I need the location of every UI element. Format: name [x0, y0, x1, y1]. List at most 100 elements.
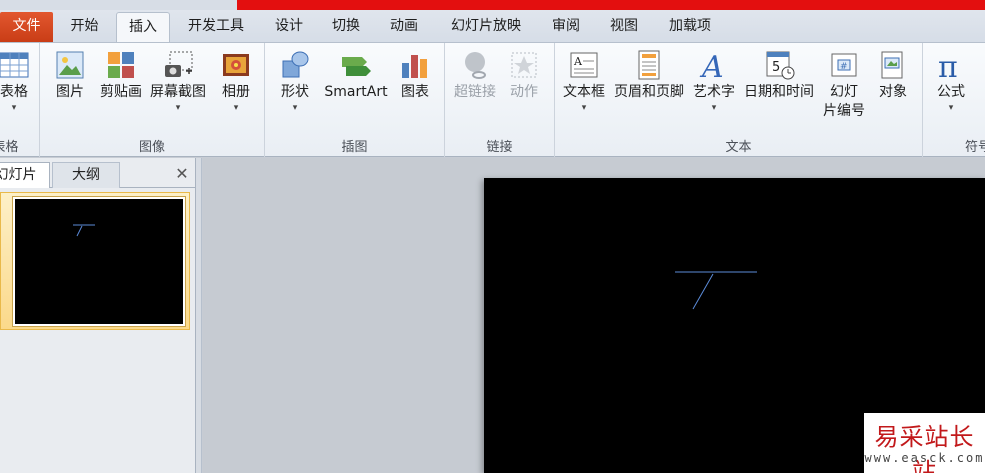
photo-album-icon [220, 49, 252, 81]
chart-button[interactable]: 图表 [395, 49, 435, 102]
equation-label: 公式 [937, 84, 965, 100]
panel-tab-bar: 幻灯片 大纲 ✕ [0, 162, 196, 188]
chevron-down-icon: ▾ [175, 103, 181, 113]
chart-label: 图表 [401, 84, 429, 100]
chevron-down-icon: ▾ [292, 103, 298, 113]
equation-button[interactable]: π 公式 ▾ [929, 49, 973, 114]
slide-thumbnail-selected[interactable] [0, 192, 190, 330]
svg-text:5: 5 [772, 60, 780, 75]
picture-icon [54, 49, 86, 81]
album-button[interactable]: 相册 ▾ [216, 49, 256, 114]
shapes-label: 形状 [281, 84, 309, 100]
screenshot-icon [162, 49, 194, 81]
screenshot-button[interactable]: 屏幕截图 ▾ [146, 49, 210, 114]
object-button[interactable]: 对象 [871, 49, 915, 102]
chevron-down-icon: ▾ [711, 103, 717, 113]
table-button[interactable]: 表格 ▾ [0, 49, 36, 114]
object-label: 对象 [879, 84, 907, 100]
tab-developer[interactable]: 开发工具 [176, 12, 256, 42]
shapes-button[interactable]: 形状 ▾ [273, 49, 317, 114]
slide-thumbnail[interactable] [12, 196, 186, 327]
site-watermark: 易采站长站 www.easck.com [864, 413, 985, 473]
clipart-button[interactable]: 剪贴画 [96, 49, 146, 102]
svg-text:A: A [699, 50, 724, 81]
tab-view[interactable]: 视图 [598, 12, 650, 42]
group-images: 图片 剪贴画 屏幕截图 ▾ 相册 ▾ 图像 [40, 43, 265, 157]
action-label: 动作 [510, 84, 538, 100]
tab-animations[interactable]: 动画 [378, 12, 430, 42]
tab-insert[interactable]: 插入 [116, 12, 170, 43]
smartart-button[interactable]: SmartArt [319, 49, 393, 102]
tab-slides[interactable]: 幻灯片 [0, 162, 50, 188]
wordart-label: 艺术字 [693, 84, 735, 100]
textbox-icon: A [568, 49, 600, 81]
wordart-icon: A [698, 49, 730, 85]
slide-number-label-line2: 片编号 [823, 103, 865, 119]
group-label-symbols: 符号 [965, 140, 985, 155]
chevron-down-icon: ▾ [233, 103, 239, 113]
chevron-down-icon: ▾ [11, 103, 17, 113]
chevron-down-icon: ▾ [948, 103, 954, 113]
hyperlink-label: 超链接 [454, 84, 496, 100]
tab-file[interactable]: 文件 [0, 12, 53, 42]
action-button[interactable]: 动作 [503, 49, 545, 102]
close-panel-icon[interactable]: ✕ [170, 162, 194, 188]
clipart-label: 剪贴画 [100, 84, 142, 100]
tab-slideshow[interactable]: 幻灯片放映 [436, 12, 536, 42]
slide-number-icon: # [828, 49, 860, 81]
group-illustrations: 形状 ▾ SmartArt 图表 插图 [265, 43, 445, 157]
title-bar [0, 0, 237, 10]
slide-number-button[interactable]: # 幻灯 片编号 [819, 49, 869, 121]
tab-outline[interactable]: 大纲 [52, 162, 120, 188]
slide-number-label-line1: 幻灯 [830, 84, 858, 100]
smartart-label: SmartArt [324, 84, 388, 100]
group-label-tables: 表格 [0, 140, 19, 155]
datetime-label: 日期和时间 [744, 84, 814, 100]
wordart-button[interactable]: A 艺术字 ▾ [689, 49, 739, 114]
tab-design[interactable]: 设计 [263, 12, 315, 42]
thumbnail-stroke [73, 224, 95, 237]
group-label-images: 图像 [138, 140, 165, 155]
table-label: 表格 [0, 84, 28, 100]
panel-splitter[interactable] [196, 158, 202, 473]
shapes-icon [279, 49, 311, 81]
table-icon [0, 49, 30, 81]
tab-transitions[interactable]: 切换 [320, 12, 372, 42]
header-footer-icon [633, 49, 665, 81]
header-footer-button[interactable]: 页眉和页脚 [611, 49, 687, 102]
group-label-illustrations: 插图 [341, 140, 368, 155]
picture-button[interactable]: 图片 [50, 49, 90, 102]
group-tables: 表格 ▾ 表格 [0, 43, 40, 157]
ribbon: 表格 ▾ 表格 图片 剪贴画 屏幕截图 ▾ [0, 42, 985, 157]
svg-text:#: # [840, 62, 848, 72]
watermark-url: www.easck.com [864, 451, 985, 465]
calendar-clock-icon: 5 [763, 49, 795, 81]
object-icon [877, 49, 909, 81]
tab-home[interactable]: 开始 [57, 12, 112, 42]
tab-review[interactable]: 审阅 [540, 12, 592, 42]
pi-icon: π [935, 49, 967, 85]
album-label: 相册 [222, 84, 250, 100]
group-links: 超链接 动作 链接 [445, 43, 555, 157]
smartart-icon [340, 49, 372, 81]
tab-addins[interactable]: 加载项 [656, 12, 724, 42]
svg-text:π: π [938, 50, 958, 81]
group-symbols: π 公式 ▾ 符号 [923, 43, 985, 157]
action-star-icon [508, 49, 540, 81]
title-bar-highlight [237, 0, 985, 10]
group-label-text: 文本 [725, 140, 752, 155]
hyperlink-icon [459, 49, 491, 81]
chevron-down-icon: ▾ [581, 103, 587, 113]
ribbon-tab-strip: 文件 开始 插入 开发工具 设计 切换 动画 幻灯片放映 审阅 视图 加载项 [0, 0, 985, 43]
hyperlink-button[interactable]: 超链接 [449, 49, 501, 102]
svg-text:A: A [573, 55, 583, 68]
group-text: A 文本框 ▾ 页眉和页脚 A 艺术字 ▾ 5 日期和时间 # 幻灯 片编号 对… [555, 43, 923, 157]
tab-slides-label: 幻灯片 [0, 167, 37, 183]
bar-chart-icon [399, 49, 431, 81]
header-footer-label: 页眉和页脚 [614, 84, 684, 100]
slides-panel: 幻灯片 大纲 ✕ [0, 158, 196, 473]
textbox-button[interactable]: A 文本框 ▾ [559, 49, 609, 114]
screenshot-label: 屏幕截图 [150, 84, 206, 100]
textbox-label: 文本框 [563, 84, 605, 100]
datetime-button[interactable]: 5 日期和时间 [741, 49, 817, 102]
